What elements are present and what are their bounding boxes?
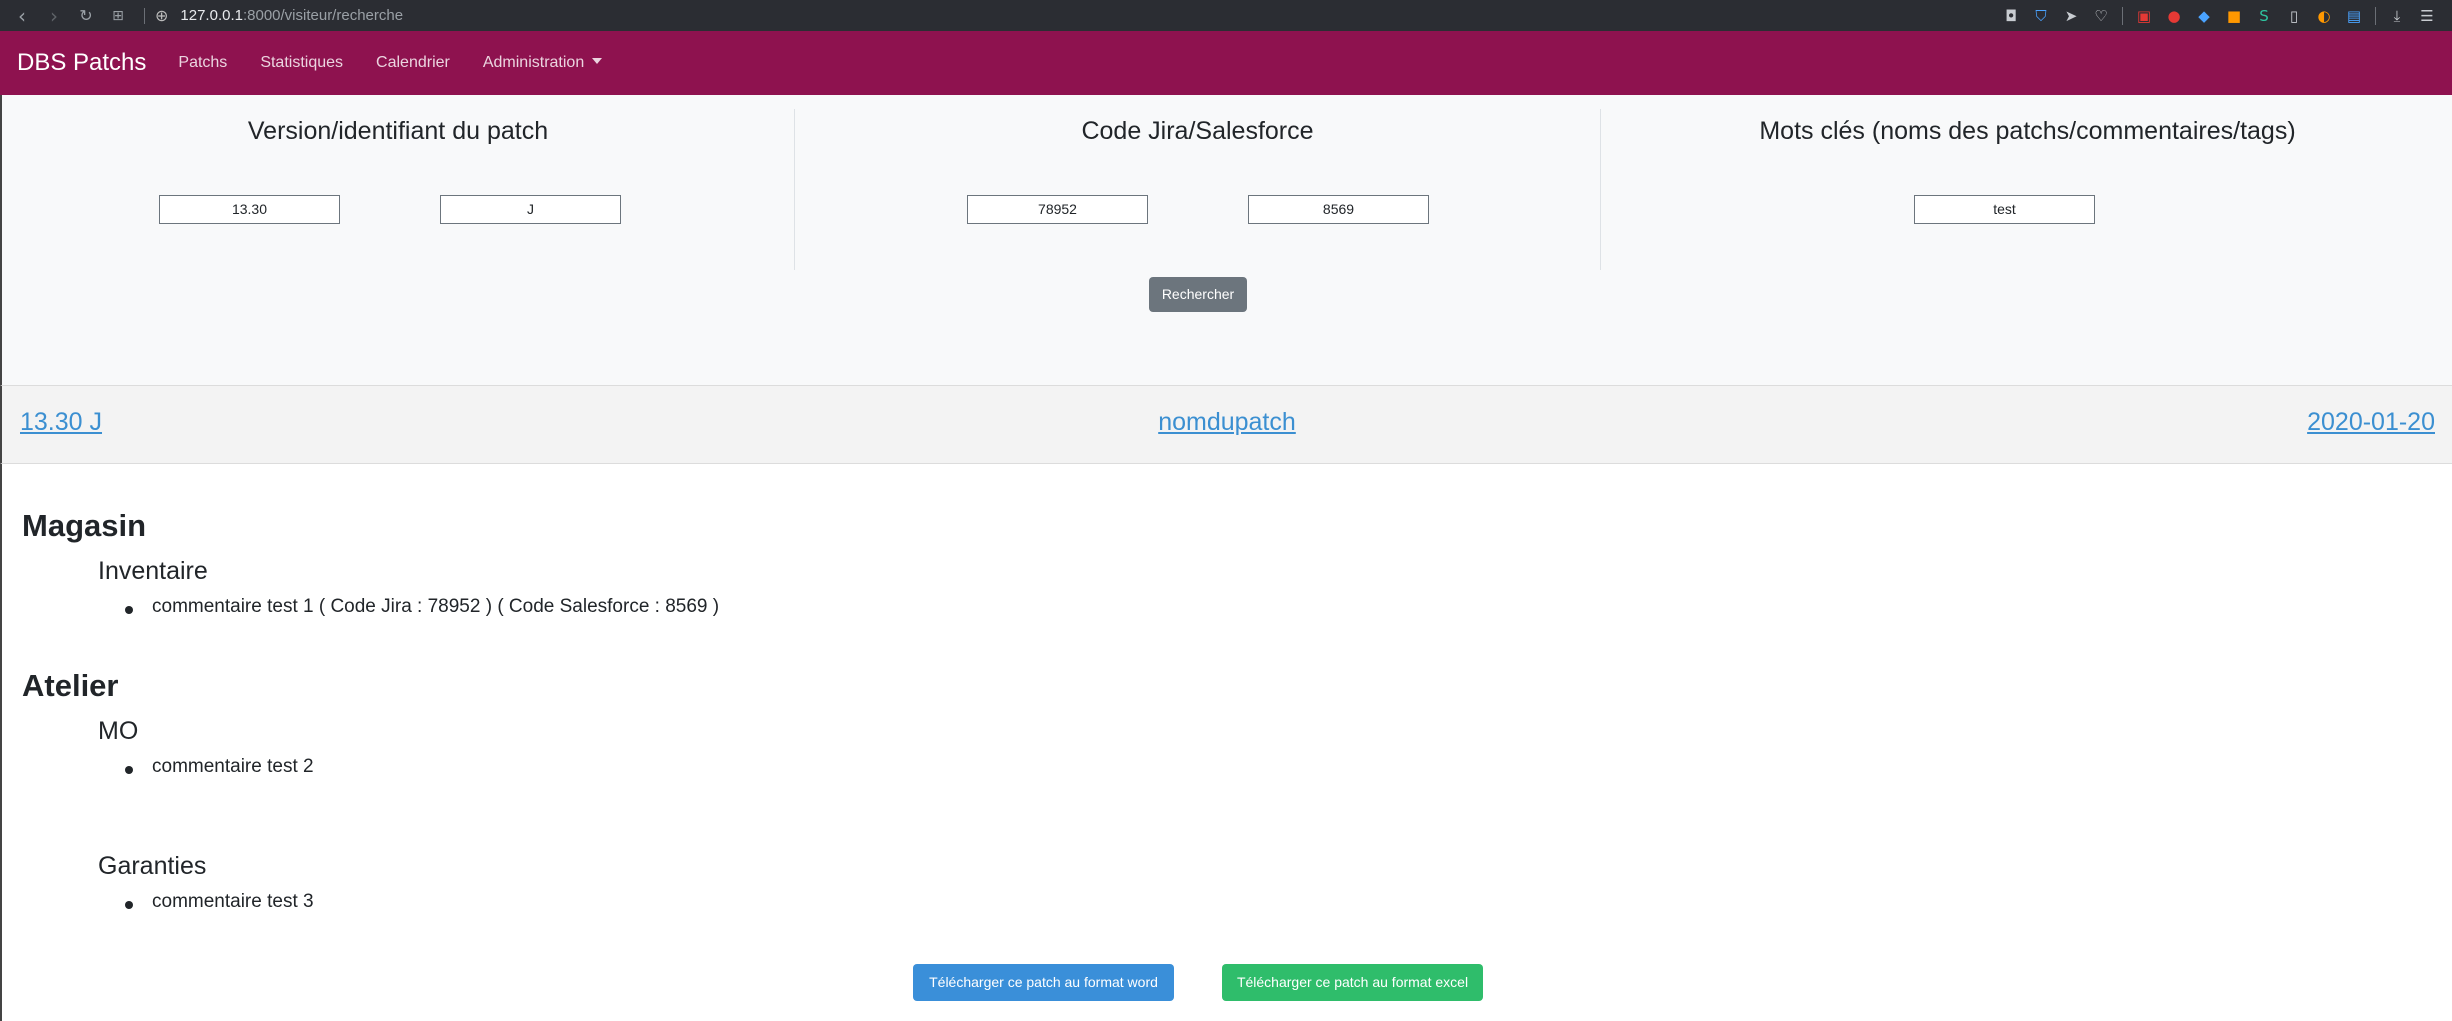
nav-patchs[interactable]: Patchs <box>178 54 227 72</box>
heart-icon[interactable]: ♡ <box>2092 7 2110 25</box>
subsection-title-garanties: Garanties <box>98 852 207 880</box>
url-path: :8000/visiteur/recherche <box>242 7 404 24</box>
tabs-grid-icon[interactable]: ⊞ <box>102 8 134 24</box>
search-button[interactable]: Rechercher <box>1149 277 1247 312</box>
jira-code-input[interactable]: 78952 <box>967 195 1148 224</box>
download-icon[interactable]: ⤓ <box>2388 7 2406 25</box>
bullet-icon <box>125 901 133 909</box>
nav-statistiques[interactable]: Statistiques <box>260 54 343 72</box>
result-header: 13.30 J nomdupatch 2020-01-20 <box>0 385 2452 464</box>
nav-administration-label: Administration <box>482 54 585 71</box>
extension-file-icon[interactable]: ▯ <box>2285 7 2303 25</box>
nav-calendrier[interactable]: Calendrier <box>376 54 450 72</box>
browser-toolbar: ‹ › ↻ ⊞ ⊕ 127.0.0.1:8000/visiteur/recher… <box>0 0 2452 31</box>
caret-down-icon <box>592 58 603 64</box>
code-search-column: Code Jira/Salesforce 78952 8569 <box>794 109 1601 270</box>
settings-sliders-icon[interactable]: ☰ <box>2418 7 2436 25</box>
reload-icon[interactable]: ↻ <box>70 6 102 25</box>
version-search-column: Version/identifiant du patch 13.30 J <box>2 95 794 270</box>
main-navbar: DBS Patchs Patchs Statistiques Calendrie… <box>0 31 2452 95</box>
toolbar-divider <box>144 7 145 24</box>
bullet-icon <box>125 766 133 774</box>
identifier-input[interactable]: J <box>440 195 621 224</box>
shield-icon[interactable]: ⛉ <box>2032 7 2050 25</box>
brand-logo[interactable]: DBS Patchs <box>17 49 146 77</box>
version-input[interactable]: 13.30 <box>159 195 340 224</box>
code-search-title: Code Jira/Salesforce <box>1081 117 1314 145</box>
camera-icon[interactable]: ◘ <box>2002 7 2020 25</box>
extension-red-icon[interactable]: ▣ <box>2135 7 2153 25</box>
patch-details: Magasin Inventaire commentaire test 1 ( … <box>0 464 2452 1021</box>
list-item: commentaire test 3 <box>152 891 314 912</box>
download-word-button[interactable]: Télécharger ce patch au format word <box>913 964 1174 1001</box>
keywords-search-column: Mots clés (noms des patchs/commentaires/… <box>1601 95 2452 270</box>
site-info-icon[interactable]: ⊕ <box>155 6 168 25</box>
group-title-atelier: Atelier <box>22 668 119 703</box>
divider-icon-2 <box>2375 6 2376 25</box>
list-item: commentaire test 2 <box>152 756 314 777</box>
forward-icon[interactable]: › <box>38 4 70 28</box>
bullet-icon <box>125 606 133 614</box>
list-item: commentaire test 1 ( Code Jira : 78952 )… <box>152 596 720 617</box>
keywords-input[interactable]: test <box>1914 195 2095 224</box>
subsection-title-inventaire: Inventaire <box>98 557 208 585</box>
divider-icon <box>2122 6 2123 25</box>
group-title-magasin: Magasin <box>22 508 147 543</box>
search-panel: Version/identifiant du patch 13.30 J Cod… <box>0 95 2452 385</box>
extension-orange-icon[interactable]: ■ <box>2225 7 2243 25</box>
back-icon[interactable]: ‹ <box>6 4 38 28</box>
extensions-bar: ◘ ⛉ ➤ ♡ ▣ ● ◆ ■ S ▯ ◐ ▤ ⤓ ☰ <box>2002 6 2452 25</box>
extension-blue-icon[interactable]: ◆ <box>2195 7 2213 25</box>
extension-ublock-icon[interactable]: ● <box>2165 7 2183 25</box>
send-icon[interactable]: ➤ <box>2062 7 2080 25</box>
result-name-link[interactable]: nomdupatch <box>2 408 2452 437</box>
download-excel-button[interactable]: Télécharger ce patch au format excel <box>1222 964 1483 1001</box>
result-date-link[interactable]: 2020-01-20 <box>2307 408 2435 437</box>
nav-administration[interactable]: Administration <box>482 54 603 72</box>
url-host: 127.0.0.1 <box>180 7 243 24</box>
extension-window-icon[interactable]: ▤ <box>2345 7 2363 25</box>
extension-fox-icon[interactable]: ◐ <box>2315 7 2333 25</box>
subsection-title-mo: MO <box>98 717 139 745</box>
extension-s-icon[interactable]: S <box>2255 7 2273 25</box>
version-search-title: Version/identifiant du patch <box>247 117 549 145</box>
keywords-search-title: Mots clés (noms des patchs/commentaires/… <box>1759 117 2296 145</box>
address-bar[interactable]: 127.0.0.1:8000/visiteur/recherche <box>180 7 403 24</box>
salesforce-code-input[interactable]: 8569 <box>1248 195 1429 224</box>
